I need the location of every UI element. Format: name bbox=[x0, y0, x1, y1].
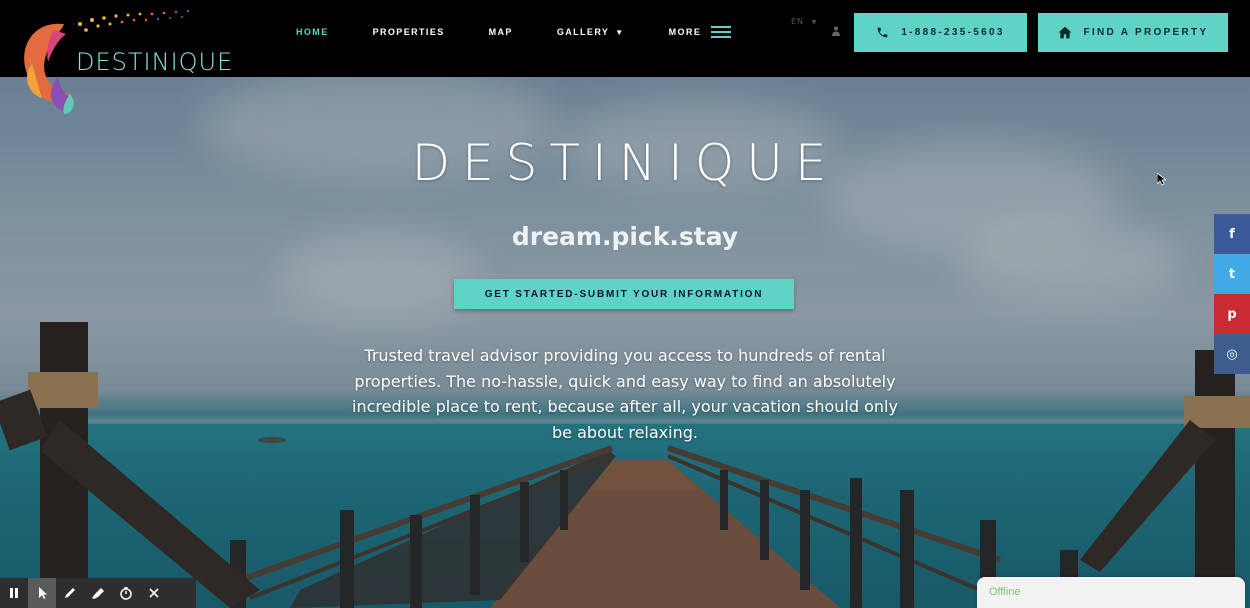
find-property-button[interactable]: FIND A PROPERTY bbox=[1038, 13, 1228, 52]
home-icon bbox=[1058, 26, 1071, 39]
pause-button[interactable] bbox=[0, 578, 28, 608]
pinterest-link[interactable]: p bbox=[1214, 294, 1250, 334]
chat-status: Offline bbox=[989, 586, 1021, 598]
nav-item-home[interactable]: HOME bbox=[296, 24, 329, 40]
hero-tagline: dream.pick.stay bbox=[511, 222, 739, 251]
phone-icon bbox=[877, 27, 888, 38]
hamburger-icon bbox=[711, 26, 732, 38]
language-selector[interactable]: EN ▼ bbox=[791, 17, 817, 26]
instagram-link[interactable]: ◎ bbox=[1214, 334, 1250, 374]
social-sidebar: f t p ◎ bbox=[1214, 214, 1250, 374]
get-started-button[interactable]: GET STARTED-SUBMIT YOUR INFORMATION bbox=[454, 279, 794, 309]
phone-number: 1-888-235-5603 bbox=[901, 27, 1005, 38]
chevron-down-icon: ▼ bbox=[811, 19, 818, 26]
pinterest-icon: p bbox=[1227, 306, 1237, 322]
close-toolbar-button[interactable] bbox=[140, 578, 168, 608]
facebook-icon: f bbox=[1229, 226, 1235, 242]
user-icon[interactable] bbox=[832, 26, 840, 36]
hero-description: Trusted travel advisor providing you acc… bbox=[352, 346, 898, 442]
pointer-icon bbox=[39, 587, 47, 599]
highlighter-icon bbox=[92, 588, 104, 599]
recorder-toolbar bbox=[0, 578, 196, 608]
twitter-icon: t bbox=[1228, 266, 1236, 282]
find-property-label: FIND A PROPERTY bbox=[1083, 27, 1209, 38]
site-logo[interactable]: DESTINIQUE bbox=[18, 6, 232, 116]
nav-item-label: GALLERY bbox=[556, 27, 610, 37]
hero-title: DESTINIQUE bbox=[411, 134, 839, 192]
pointer-tool-button[interactable] bbox=[28, 578, 56, 608]
nav-item-label: PROPERTIES bbox=[372, 27, 445, 37]
close-icon bbox=[149, 588, 159, 598]
phone-button[interactable]: 1-888-235-5603 bbox=[854, 13, 1027, 52]
instagram-icon: ◎ bbox=[1226, 346, 1238, 362]
twitter-link[interactable]: t bbox=[1214, 254, 1250, 294]
main-nav: HOME PROPERTIES MAP GALLERY ▼ MORE bbox=[296, 24, 775, 40]
timer-icon bbox=[120, 587, 132, 600]
nav-item-gallery[interactable]: GALLERY ▼ bbox=[557, 24, 625, 40]
chat-widget[interactable]: Offline bbox=[977, 577, 1245, 608]
chevron-down-icon: ▼ bbox=[615, 27, 625, 37]
pen-icon bbox=[65, 588, 75, 598]
nav-item-label: HOME bbox=[296, 27, 329, 37]
nav-item-more[interactable]: MORE bbox=[669, 24, 732, 40]
nav-item-label: MORE bbox=[668, 27, 702, 37]
nav-item-map[interactable]: MAP bbox=[489, 24, 513, 40]
language-label: EN bbox=[791, 17, 805, 26]
facebook-link[interactable]: f bbox=[1214, 214, 1250, 254]
nav-item-label: MAP bbox=[488, 27, 513, 37]
nav-item-properties[interactable]: PROPERTIES bbox=[373, 24, 445, 40]
timer-button[interactable] bbox=[112, 578, 140, 608]
pause-icon bbox=[10, 588, 18, 598]
mouse-cursor-icon bbox=[1157, 173, 1166, 186]
pen-tool-button[interactable] bbox=[56, 578, 84, 608]
logo-text: DESTINIQUE bbox=[76, 48, 234, 76]
highlighter-tool-button[interactable] bbox=[84, 578, 112, 608]
